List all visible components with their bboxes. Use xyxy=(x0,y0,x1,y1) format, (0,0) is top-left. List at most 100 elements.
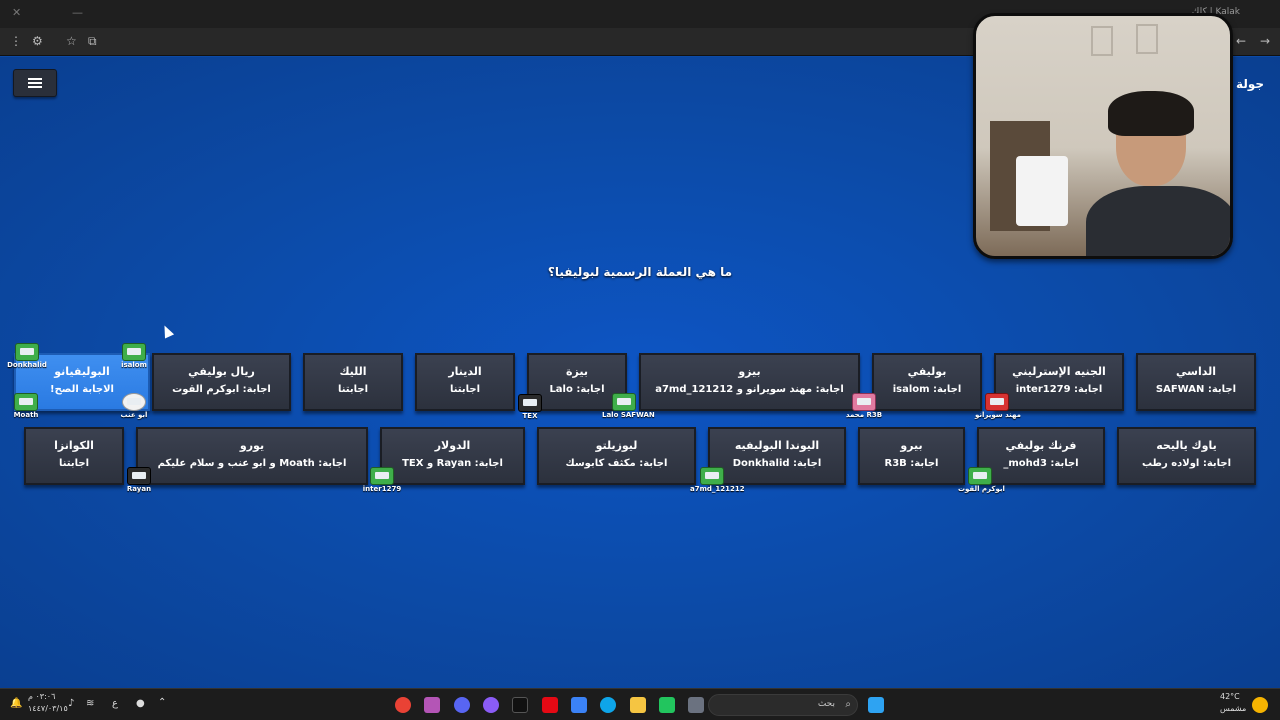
player-avatar: Moath xyxy=(4,393,48,419)
answer-card[interactable]: يورو اجابة: Moath و ابو عنب و سلام عليكم xyxy=(136,427,368,485)
question-text: ما هي العملة الرسمية لبوليفيا؟ xyxy=(547,265,733,279)
chevron-up-icon[interactable]: ⌃ xyxy=(158,697,166,708)
answer-subtitle: اجابة: R3B xyxy=(884,458,939,469)
task-view-icon[interactable] xyxy=(688,697,704,713)
answer-card[interactable]: الداسي اجابة: SAFWAN xyxy=(1136,353,1256,411)
streamer-body xyxy=(1086,186,1230,256)
tiktok-icon[interactable] xyxy=(512,697,528,713)
answer-title: ياوك ياليحه xyxy=(1156,439,1217,452)
player-icon xyxy=(518,394,542,412)
streamer-hair xyxy=(1108,91,1194,136)
forward-arrow-icon[interactable]: → xyxy=(1260,34,1270,48)
answer-card[interactable]: بوليفي اجابة: isalom xyxy=(872,353,982,411)
answer-subtitle: اجابتنا xyxy=(449,384,481,395)
answer-title: بيزو xyxy=(738,365,761,378)
answer-title: الكوانزا xyxy=(54,439,94,452)
minimize-window-icon[interactable]: — xyxy=(72,6,83,19)
answer-card[interactable]: الليك اجابتنا xyxy=(303,353,403,411)
player-icon xyxy=(700,467,724,485)
player-name: ابو عنب xyxy=(120,411,148,419)
edge-icon[interactable] xyxy=(600,697,616,713)
app-icon[interactable] xyxy=(424,697,440,713)
netflix-icon[interactable] xyxy=(542,697,558,713)
answer-card[interactable]: الكوانزا اجابتنا xyxy=(24,427,124,485)
answer-title: الجنيه الإسترليني xyxy=(1012,365,1106,378)
player-avatar: isalom xyxy=(112,343,156,369)
clock-date[interactable]: ١٤٤٧/٠٣/١٥ xyxy=(28,704,68,713)
kebab-menu-icon[interactable]: ⋮ xyxy=(10,34,22,48)
answer-title: يورو xyxy=(239,439,265,452)
store-icon[interactable] xyxy=(571,697,587,713)
player-icon xyxy=(968,467,992,485)
player-icon xyxy=(14,393,38,411)
chrome-icon[interactable] xyxy=(395,697,411,713)
player-icon xyxy=(15,343,39,361)
player-icon xyxy=(612,393,636,411)
answer-subtitle: اجابة: مكثف كابوسك xyxy=(565,458,668,469)
player-avatar: Donkhalid xyxy=(5,343,49,369)
player-name: Moath xyxy=(13,411,39,419)
notification-bell-icon[interactable]: 🔔 xyxy=(10,698,22,709)
player-icon xyxy=(122,393,146,411)
answer-title: فرنك بوليفي xyxy=(1005,439,1077,452)
answer-card[interactable]: بيرو اجابة: R3B xyxy=(858,427,965,485)
player-name: TEX xyxy=(522,412,538,420)
windows-start-icon[interactable] xyxy=(868,697,884,713)
answer-subtitle: اجابة: مهند سويرانو و a7md_121212 xyxy=(655,384,844,395)
folder-icon[interactable] xyxy=(630,697,646,713)
discord-icon[interactable] xyxy=(454,697,470,713)
player-avatar: ابوكرم القوت xyxy=(958,467,1005,493)
language-indicator[interactable]: ع xyxy=(112,698,118,709)
wall-frame xyxy=(1091,26,1113,56)
player-avatar: محمد R3B xyxy=(842,393,886,419)
player-icon xyxy=(985,393,1009,411)
wifi-icon[interactable]: ≋ xyxy=(86,698,94,709)
answer-title: اليوندا البوليفيه xyxy=(734,439,820,452)
weather-desc[interactable]: مشمس xyxy=(1220,704,1246,713)
back-arrow-icon[interactable]: ← xyxy=(1236,34,1246,48)
search-icon: ⌕ xyxy=(845,699,851,710)
player-name: محمد R3B xyxy=(845,411,883,419)
clock-time[interactable]: ٠٣:٠٦ م xyxy=(28,692,55,701)
player-name: Rayan xyxy=(126,485,152,493)
answer-card[interactable]: ياوك ياليحه اجابة: اولاده رطب xyxy=(1117,427,1256,485)
volume-icon[interactable]: ♪ xyxy=(68,698,74,709)
obs-icon[interactable] xyxy=(483,697,499,713)
answer-card[interactable]: ليوزيلتو اجابة: مكثف كابوسك xyxy=(537,427,696,485)
search-placeholder: بحث xyxy=(817,699,835,709)
answer-title: بيزة xyxy=(566,365,588,378)
hamburger-icon xyxy=(28,78,42,88)
answer-subtitle: اجابتنا xyxy=(58,458,90,469)
weather-temp[interactable]: 42°C xyxy=(1220,692,1240,701)
answer-title: بيرو xyxy=(900,439,923,452)
player-name: a7md_121212 xyxy=(690,485,745,493)
player-avatar: TEX xyxy=(508,394,552,420)
answer-card[interactable]: ريال بوليفي اجابة: ابوكرم القوت xyxy=(152,353,291,411)
answer-card[interactable]: الدينار اجابتنا xyxy=(415,353,515,411)
wall-frame xyxy=(1136,24,1158,54)
bookmark-star-icon[interactable]: ☆ xyxy=(66,34,77,48)
sun-icon[interactable] xyxy=(1252,697,1268,713)
taskbar-search-box[interactable]: بحث ⌕ xyxy=(708,694,858,716)
share-icon[interactable]: ⧉ xyxy=(88,34,97,49)
answer-card[interactable]: بيزو اجابة: مهند سويرانو و a7md_121212 xyxy=(639,353,860,411)
player-name: inter1279 xyxy=(362,485,402,493)
copilot-icon[interactable] xyxy=(659,697,675,713)
microphone-icon[interactable]: ● xyxy=(136,698,145,709)
player-icon xyxy=(370,467,394,485)
player-icon xyxy=(127,467,151,485)
answer-subtitle: اجابة: Moath و ابو عنب و سلام عليكم xyxy=(157,458,347,469)
answer-title: ريال بوليفي xyxy=(188,365,255,378)
answer-subtitle: اجابة: SAFWAN xyxy=(1155,384,1237,395)
answer-title: الليك xyxy=(339,365,367,378)
answer-subtitle: اجابة: اولاده رطب xyxy=(1141,458,1232,469)
answer-title: ليوزيلتو xyxy=(595,439,638,452)
answer-subtitle: اجابة: ابوكرم القوت xyxy=(172,384,271,395)
close-window-icon[interactable]: ✕ xyxy=(12,6,21,19)
hamburger-menu-button[interactable] xyxy=(13,69,57,97)
player-avatar: Rayan xyxy=(117,467,161,493)
player-avatar: Lalo SAFWAN xyxy=(602,393,655,419)
answer-subtitle: اجابة: isalom xyxy=(892,384,962,395)
extension-icon[interactable]: ⚙ xyxy=(32,34,43,48)
player-name: isalom xyxy=(121,361,147,369)
